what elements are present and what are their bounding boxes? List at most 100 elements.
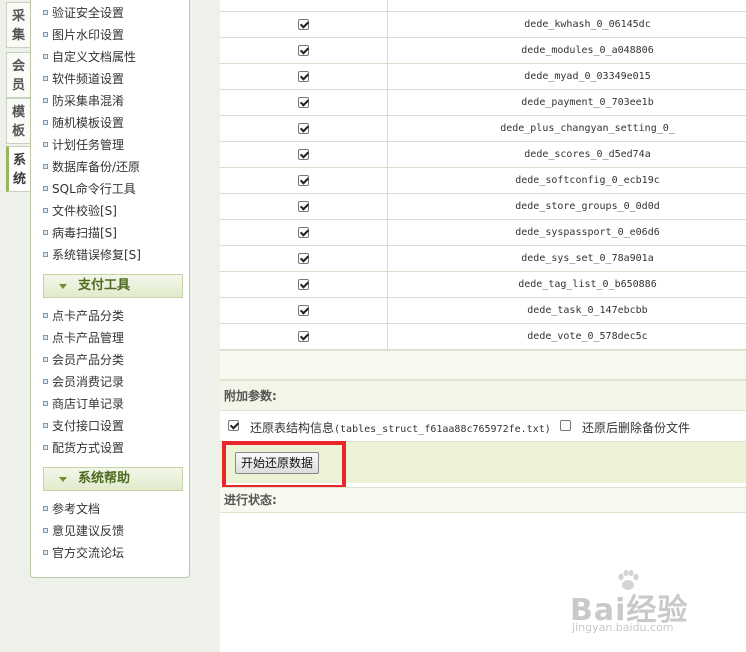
menu-item[interactable]: 图片水印设置 — [43, 24, 125, 46]
menu-item[interactable]: 文件校验[S] — [43, 200, 117, 222]
bullet-icon — [43, 445, 48, 450]
menu-item[interactable]: 防采集串混淆 — [43, 90, 125, 112]
menu-item-label: 数据库备份/还原 — [52, 160, 141, 174]
bullet-icon — [43, 423, 48, 428]
table-row: dede_modules_0_a048806 — [220, 38, 746, 64]
menu-item[interactable]: 软件频道设置 — [43, 68, 124, 90]
bullet-icon — [43, 230, 48, 235]
table-row: dede_tag_list_0_b650886 — [220, 272, 746, 298]
menu-item[interactable]: 验证安全设置 — [43, 2, 125, 24]
tab-member[interactable]: 会员 — [6, 52, 30, 98]
table-select-checkbox[interactable] — [298, 45, 309, 56]
table-name: dede_plus_changyan_setting_0_ — [500, 123, 675, 134]
table-select-checkbox[interactable] — [298, 227, 309, 238]
tab-system[interactable]: 系统 — [6, 146, 30, 192]
bullet-icon — [43, 528, 48, 533]
menu-item[interactable]: 自定义文档属性 — [43, 46, 137, 68]
table-row: dede_vote_0_578dec5c — [220, 324, 746, 350]
menu-item[interactable]: 计划任务管理 — [43, 134, 125, 156]
table-select-checkbox[interactable] — [298, 123, 309, 134]
menu-item[interactable]: 配货方式设置 — [43, 437, 124, 459]
watermark: Bai经验 jingyan.baidu.com — [570, 593, 689, 634]
extra-params-header — [220, 380, 746, 411]
menu-item[interactable]: 系统错误修复[S] — [43, 244, 141, 266]
table-select-checkbox[interactable] — [298, 71, 309, 82]
table-select-checkbox[interactable] — [298, 149, 309, 160]
bullet-icon — [43, 357, 48, 362]
table-name: dede_sys_set_0_78a901a — [521, 253, 654, 264]
menu-item-label: 自定义文档属性 — [52, 50, 137, 64]
menu-item[interactable]: 随机模板设置 — [43, 112, 125, 134]
table-select-checkbox[interactable] — [298, 201, 309, 212]
table-select-checkbox[interactable] — [298, 97, 309, 108]
menu-item-label: 点卡产品管理 — [52, 331, 125, 345]
table-select-checkbox[interactable] — [298, 19, 309, 30]
bullet-icon — [43, 32, 48, 37]
delete-backup-label: 还原后删除备份文件 — [582, 421, 691, 435]
table-name: dede_task_0_147ebcbb — [527, 305, 648, 316]
table-name: dede_scores_0_d5ed74a — [524, 149, 651, 160]
table-row: dede_kwhash_0_06145dc — [220, 12, 746, 38]
tab-template[interactable]: 模板 — [6, 98, 30, 144]
menu-item-label: 文件校验[S] — [52, 204, 117, 218]
table-select-checkbox[interactable] — [298, 253, 309, 264]
status-label: 进行状态: — [224, 493, 277, 507]
menu-item-label: 图片水印设置 — [52, 28, 125, 42]
restore-struct-label: 还原表结构信息(tables_struct_f61aa88c765972fe.t… — [250, 421, 551, 435]
menu-item[interactable]: 点卡产品管理 — [43, 327, 125, 349]
menu-item[interactable]: 官方交流论坛 — [43, 542, 124, 564]
section-payment-tools[interactable]: 支付工具 — [43, 274, 183, 298]
table-name: dede_softconfig_0_ecb19c — [515, 175, 660, 186]
menu-item[interactable]: 会员产品分类 — [43, 349, 125, 371]
menu-item[interactable]: 点卡产品分类 — [43, 305, 125, 327]
menu-item[interactable]: 支付接口设置 — [43, 415, 124, 437]
table-row: dede_scores_0_d5ed74a — [220, 142, 746, 168]
bullet-icon — [43, 401, 48, 406]
menu-item-label: 随机模板设置 — [52, 116, 125, 130]
menu-item-label: SQL命令行工具 — [52, 182, 136, 196]
table-select-checkbox[interactable] — [298, 175, 309, 186]
menu-item[interactable]: 数据库备份/还原 — [43, 156, 141, 178]
menu-item-label: 会员产品分类 — [52, 353, 125, 367]
table-select-checkbox[interactable] — [298, 305, 309, 316]
table-row: dede_myad_0_03349e015 — [220, 64, 746, 90]
highlight-box — [222, 441, 346, 489]
bullet-icon — [43, 379, 48, 384]
menu-item-label: 计划任务管理 — [52, 138, 125, 152]
menu-item[interactable]: 病毒扫描[S] — [43, 222, 117, 244]
table-name: dede_myad_0_03349e015 — [524, 71, 651, 82]
table-name: dede_store_groups_0_0d0d — [515, 201, 660, 212]
table-name: dede_kwhash_0_06145dc — [524, 19, 651, 30]
menu-item-label: 验证安全设置 — [52, 6, 125, 20]
menu-item[interactable]: 商店订单记录 — [43, 393, 125, 415]
bullet-icon — [43, 54, 48, 59]
table-row: dede_sys_set_0_78a901a — [220, 246, 746, 272]
options-row: 还原表结构信息(tables_struct_f61aa88c765972fe.t… — [220, 411, 746, 441]
table-select-checkbox[interactable] — [298, 279, 309, 290]
section-system-help[interactable]: 系统帮助 — [43, 467, 183, 491]
menu-item-label: 商店订单记录 — [52, 397, 125, 411]
menu-item-label: 点卡产品分类 — [52, 309, 125, 323]
extra-params-label: 附加参数: — [224, 389, 277, 403]
table-row: dede_payment_0_703ee1b — [220, 90, 746, 116]
bullet-icon — [43, 313, 48, 318]
table-select-checkbox[interactable] — [298, 331, 309, 342]
menu-item-label: 系统错误修复[S] — [52, 248, 141, 262]
bullet-icon — [43, 208, 48, 213]
module-tabs: 采集 会员 模板 系统 — [0, 0, 30, 652]
menu-item[interactable]: 参考文档 — [43, 498, 100, 520]
menu-item[interactable]: SQL命令行工具 — [43, 178, 136, 200]
bullet-icon — [43, 550, 48, 555]
tab-collect[interactable]: 采集 — [6, 2, 30, 48]
table-row: dede_softconfig_0_ecb19c — [220, 168, 746, 194]
menu-item-label: 防采集串混淆 — [52, 94, 125, 108]
delete-backup-checkbox[interactable] — [560, 420, 571, 431]
menu-item[interactable]: 意见建议反馈 — [43, 520, 124, 542]
restore-struct-checkbox[interactable] — [228, 420, 239, 431]
bullet-icon — [43, 506, 48, 511]
status-band — [220, 487, 746, 513]
menu-item[interactable]: 会员消费记录 — [43, 371, 124, 393]
table-row: dede_task_0_147ebcbb — [220, 298, 746, 324]
spacer-band — [220, 350, 746, 380]
table-name: dede_syspassport_0_e06d6 — [515, 227, 660, 238]
